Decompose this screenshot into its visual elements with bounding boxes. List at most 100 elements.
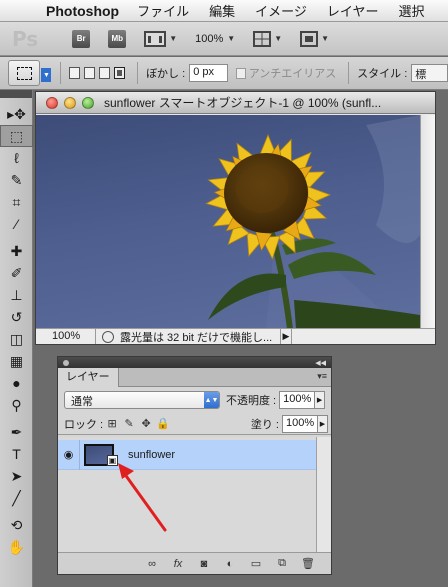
collapse-panel-icon[interactable]: ◀◀ (315, 359, 326, 367)
document-canvas[interactable] (36, 115, 420, 329)
document-vertical-scrollbar[interactable] (420, 115, 435, 329)
opacity-input[interactable]: 100% (279, 391, 316, 409)
menu-layer[interactable]: レイヤー (327, 1, 379, 20)
quick-selection-tool-icon[interactable]: ✎ (0, 169, 33, 191)
subtract-from-selection-icon[interactable] (99, 67, 111, 79)
menu-edit[interactable]: 編集 (209, 1, 235, 20)
panel-grip[interactable] (0, 90, 32, 98)
annotation-arrow-icon (118, 463, 167, 532)
link-layers-icon[interactable]: ∞ (143, 557, 161, 571)
chevron-down-icon[interactable]: ▼ (274, 34, 282, 43)
history-brush-tool-icon[interactable]: ↺ (0, 306, 33, 328)
fill-input[interactable]: 100% (282, 414, 318, 433)
add-mask-icon[interactable]: ◙ (195, 557, 213, 571)
app-menu[interactable]: Photoshop (46, 3, 119, 19)
lock-image-pixels-icon[interactable]: ✎ (123, 418, 135, 430)
menu-bar: Photoshop ファイル 編集 イメージ レイヤー 選択 (0, 0, 448, 22)
status-message: 露光量は 32 bit だけで機能し... (120, 331, 273, 344)
document-window: sunflower スマートオブジェクト-1 @ 100% (sunfl... (35, 91, 436, 345)
3d-rotate-tool-icon[interactable]: ⟲ (0, 514, 33, 536)
fill-label: 塗り : (250, 418, 279, 431)
chevron-down-icon[interactable]: ▼ (321, 34, 329, 43)
antialias-label: アンチエイリアス (248, 68, 337, 80)
dodge-tool-icon[interactable]: ⚲ (0, 394, 33, 416)
layers-scrollbar[interactable] (316, 437, 331, 553)
chevron-down-icon[interactable]: ▼ (169, 34, 177, 43)
chevron-down-icon[interactable]: ▼ (227, 34, 235, 43)
tools-panel: ▸✥ ⬚ ℓ ✎ ⌗ ⁄ ✚ ✐ ⊥ ↺ ◫ ▦ ● ⚲ ✒ T ➤ ╱ ⟲ ✋ (0, 90, 33, 587)
chevron-updown-icon: ▲▼ (204, 392, 219, 408)
mini-bridge-button[interactable]: Mb (108, 29, 127, 48)
pen-tool-icon[interactable]: ✒ (0, 421, 33, 443)
lock-position-icon[interactable]: ✥ (140, 418, 152, 430)
line-tool-icon[interactable]: ╱ (0, 487, 33, 509)
minimize-window-button[interactable] (64, 96, 76, 109)
move-tool-icon[interactable]: ▸✥ (0, 103, 33, 125)
visibility-eye-icon[interactable]: ◉ (58, 439, 80, 470)
divider (348, 62, 350, 84)
healing-brush-tool-icon[interactable]: ✚ (0, 240, 33, 262)
blur-tool-icon[interactable]: ● (0, 372, 33, 394)
lock-label: ロック : (64, 418, 104, 431)
add-to-selection-icon[interactable] (84, 67, 96, 79)
document-title: sunflower スマートオブジェクト-1 @ 100% (sunfl... (104, 96, 382, 110)
close-window-button[interactable] (46, 96, 58, 109)
extras-icon[interactable] (144, 30, 167, 47)
bridge-button[interactable]: Br (72, 29, 91, 48)
status-menu-arrow-icon[interactable]: ▶ (280, 329, 292, 344)
crop-tool-icon[interactable]: ⌗ (0, 191, 33, 213)
gradient-tool-icon[interactable]: ▦ (0, 350, 33, 372)
new-group-icon[interactable]: ▭ (247, 557, 265, 571)
layers-panel: ◀◀ レイヤー ▾≡ 通常 ▲▼ 不透明度 : 100% ▶ ロック : ⊞ ✎… (57, 356, 332, 575)
panel-header[interactable]: ◀◀ (58, 357, 331, 368)
menu-image[interactable]: イメージ (255, 1, 307, 20)
style-select[interactable]: 標 (411, 64, 448, 82)
document-titlebar[interactable]: sunflower スマートオブジェクト-1 @ 100% (sunfl... (36, 92, 435, 114)
clock-icon (102, 330, 114, 343)
lasso-tool-icon[interactable]: ℓ (0, 147, 33, 169)
document-status-bar: 100% 露光量は 32 bit だけで機能し... ▶ (36, 328, 435, 344)
options-bar: ▼ ぼかし : 0 px アンチエイリアス スタイル : 標 (0, 57, 448, 90)
clone-stamp-tool-icon[interactable]: ⊥ (0, 284, 33, 306)
layer-style-fx-icon[interactable]: fx (169, 557, 187, 571)
lock-fill-row: ロック : ⊞ ✎ ✥ 🔒 塗り : 100% ▶ (58, 413, 331, 435)
tab-layers[interactable]: レイヤー (58, 368, 119, 387)
eraser-tool-icon[interactable]: ◫ (0, 328, 33, 350)
intersect-selection-icon[interactable] (114, 67, 126, 79)
screen-mode-icon[interactable] (300, 30, 319, 47)
blend-mode-select[interactable]: 通常 ▲▼ (64, 391, 220, 409)
menu-select[interactable]: 選択 (399, 1, 425, 20)
hand-tool-icon[interactable]: ✋ (0, 536, 33, 558)
arrange-documents-icon[interactable] (253, 30, 272, 47)
eyedropper-tool-icon[interactable]: ⁄ (0, 213, 33, 235)
rectangular-marquee-tool-icon[interactable]: ⬚ (0, 125, 33, 147)
menu-file[interactable]: ファイル (137, 1, 189, 20)
type-tool-icon[interactable]: T (0, 443, 33, 465)
lock-all-icon[interactable]: 🔒 (156, 418, 170, 430)
panel-menu-icon[interactable]: ▾≡ (317, 371, 327, 382)
lock-transparent-pixels-icon[interactable]: ⊞ (106, 418, 118, 430)
zoom-level[interactable]: 100% (195, 33, 223, 45)
layer-row-sunflower[interactable]: ◉ ▣ sunflower (58, 439, 316, 470)
new-layer-icon[interactable]: ⧉ (273, 557, 291, 571)
chevron-down-icon[interactable]: ▼ (41, 68, 52, 82)
close-panel-button[interactable] (63, 359, 69, 366)
zoom-window-button[interactable] (82, 96, 94, 109)
antialias-checkbox[interactable] (235, 67, 246, 79)
divider (60, 62, 62, 84)
blend-opacity-row: 通常 ▲▼ 不透明度 : 100% ▶ (58, 387, 331, 413)
fill-slider-button[interactable]: ▶ (318, 414, 328, 433)
delete-layer-icon[interactable]: 🗑 (299, 557, 317, 571)
feather-input[interactable]: 0 px (189, 64, 228, 82)
style-label: スタイル : (357, 68, 408, 80)
opacity-slider-button[interactable]: ▶ (315, 391, 326, 409)
document-zoom-field[interactable]: 100% (36, 329, 96, 344)
path-selection-tool-icon[interactable]: ➤ (0, 465, 33, 487)
ps-logo: Ps (12, 26, 39, 51)
brush-tool-icon[interactable]: ✐ (0, 262, 33, 284)
new-selection-icon[interactable] (69, 67, 81, 79)
tool-preset-picker[interactable]: ▼ (8, 60, 52, 86)
layers-list: ◉ ▣ sunflower (58, 437, 331, 553)
adjustment-layer-icon[interactable]: ◐ (221, 557, 239, 571)
feather-label: ぼかし : (146, 68, 186, 80)
